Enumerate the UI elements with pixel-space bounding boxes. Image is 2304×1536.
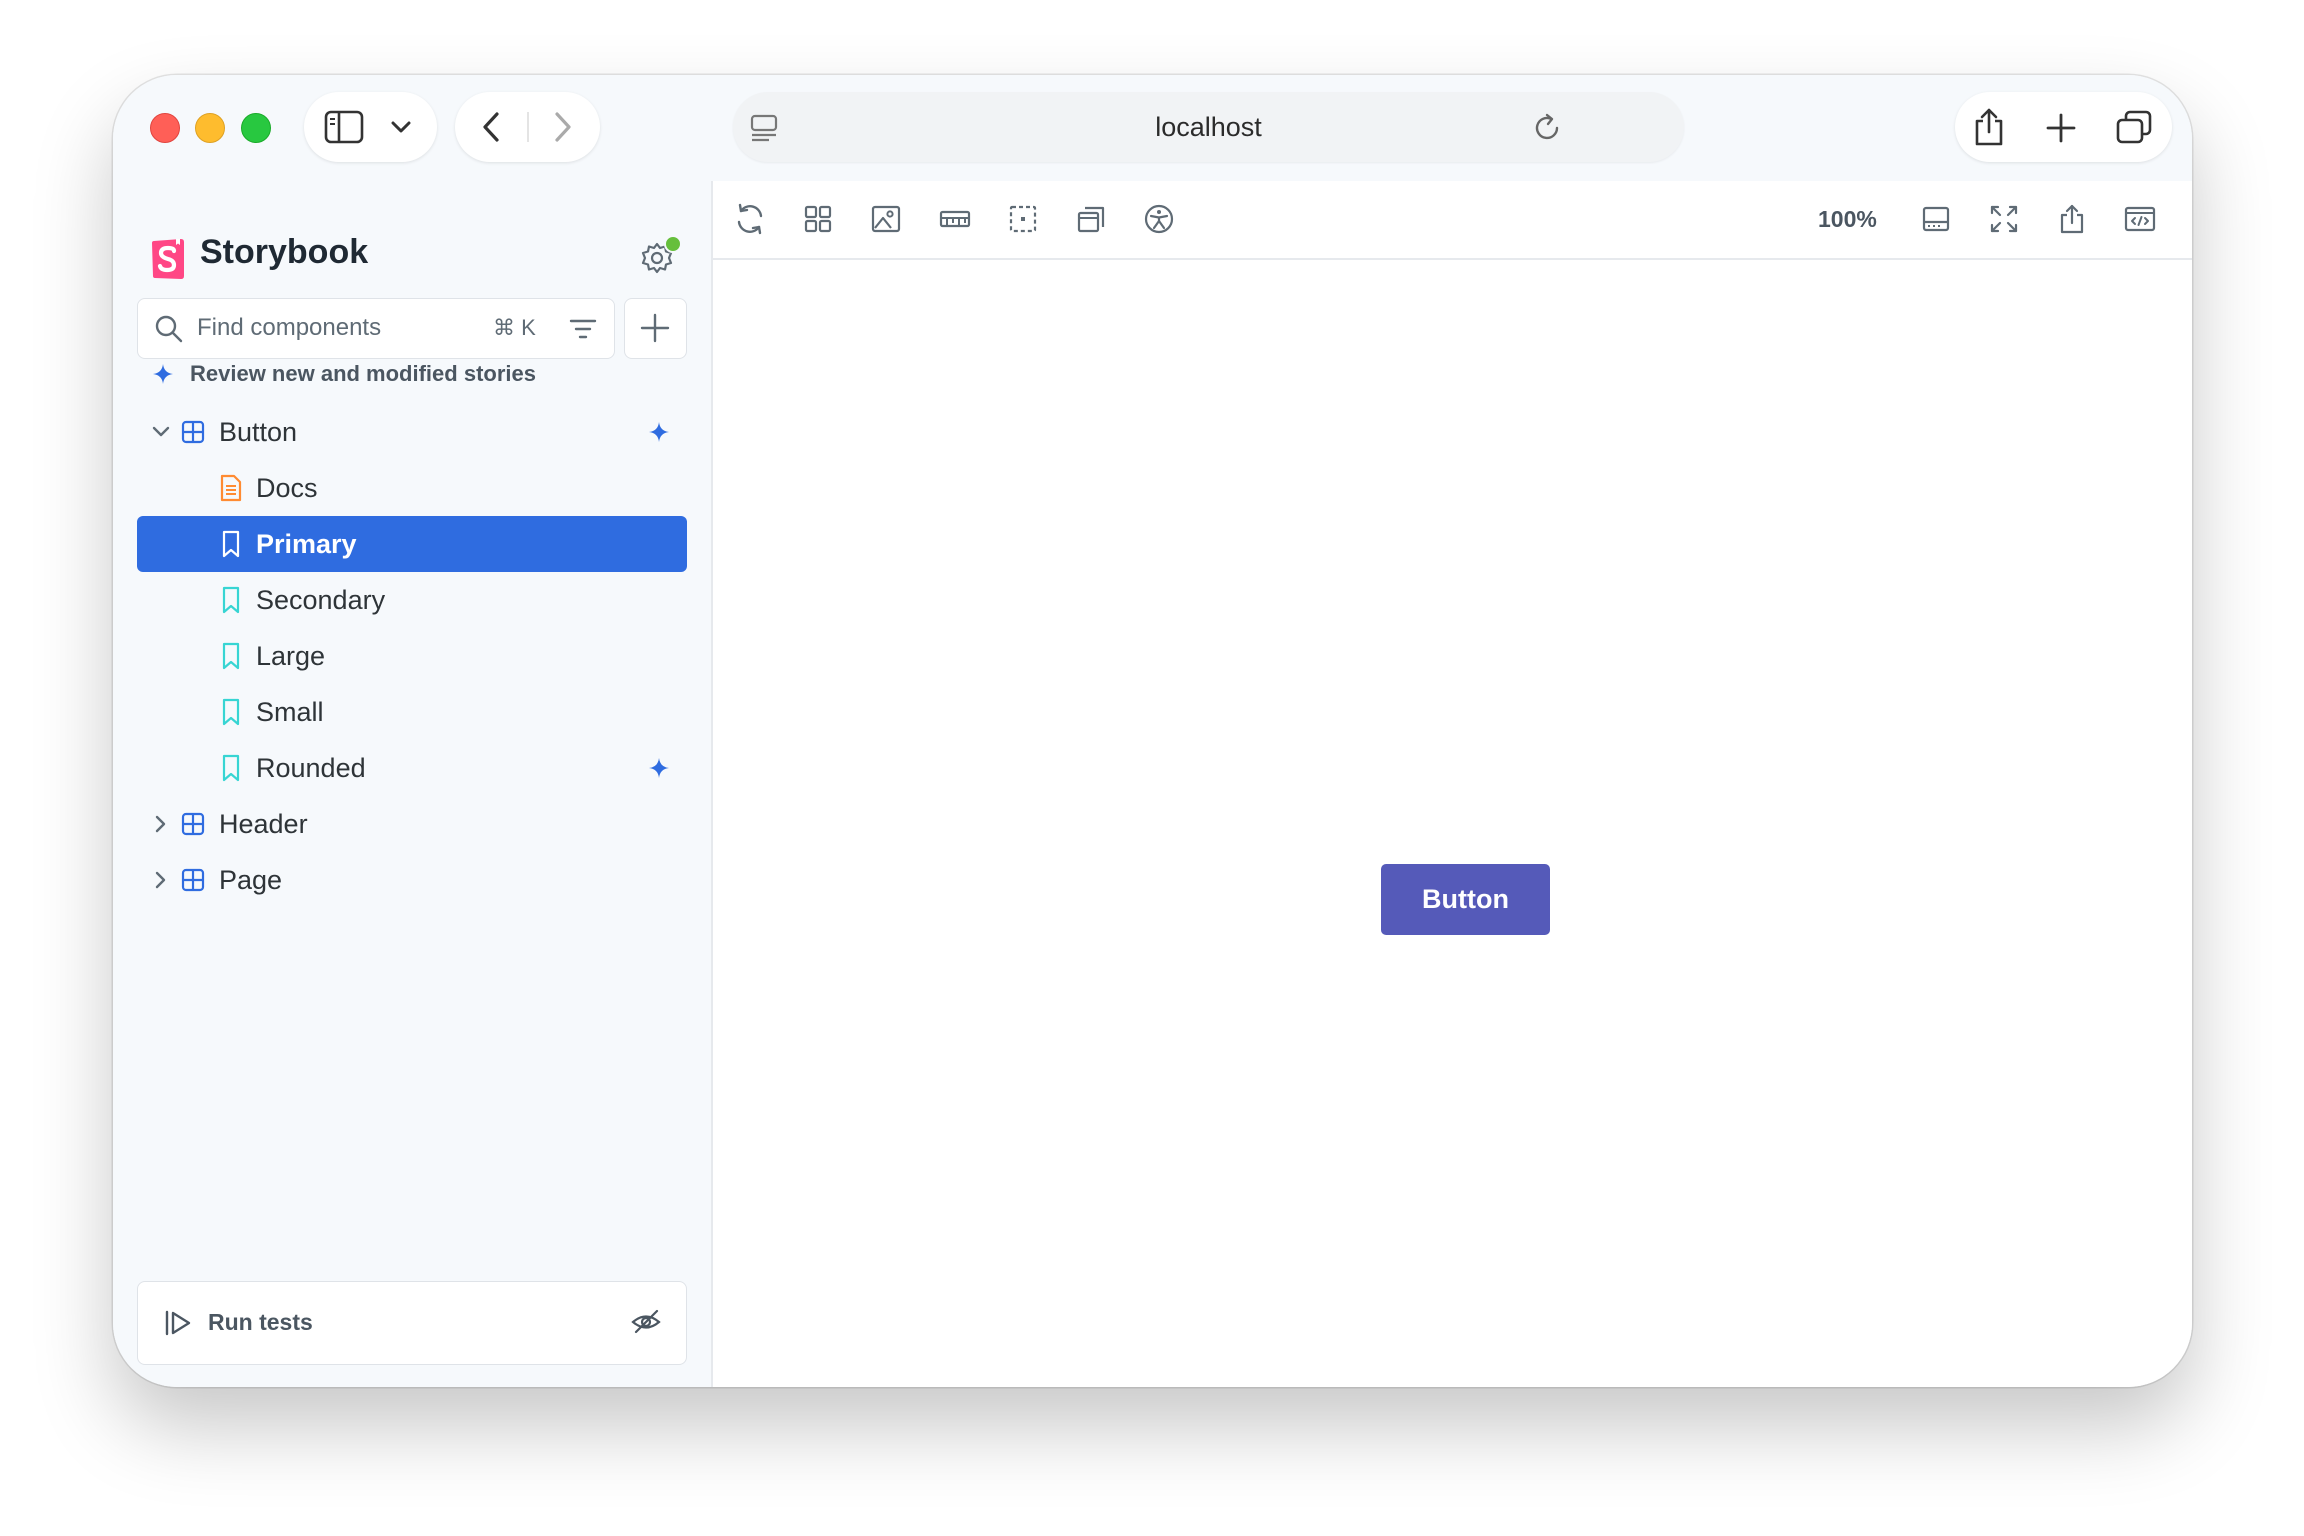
- component-icon: [181, 812, 205, 836]
- tree-item-header[interactable]: Header: [137, 796, 687, 852]
- chevron-right-icon[interactable]: [153, 814, 169, 834]
- testing-panel: Run tests: [137, 1281, 687, 1365]
- outline-icon[interactable]: [1003, 199, 1043, 239]
- ruler-icon[interactable]: [935, 199, 975, 239]
- browser-window: localhost Storybook Find components ⌘ K …: [113, 75, 2192, 1387]
- storybook-logo-icon: [152, 239, 184, 279]
- preview-canvas: Button: [713, 260, 2192, 1387]
- tree-item-label: Large: [256, 641, 326, 671]
- back-arrow-icon[interactable]: [477, 109, 507, 145]
- demo-primary-button[interactable]: Button: [1381, 864, 1550, 935]
- open-in-new-tab-icon[interactable]: [2120, 199, 2160, 239]
- nav-divider: [527, 112, 529, 142]
- search-field[interactable]: Find components ⌘ K: [137, 298, 615, 359]
- new-tab-icon[interactable]: [2045, 112, 2077, 144]
- tree-item-label: Header: [219, 809, 308, 839]
- browser-actions-group: [1955, 92, 2172, 162]
- zoom-window-button[interactable]: [241, 113, 271, 143]
- preview-toolbar: 100%: [713, 181, 2192, 260]
- filter-icon[interactable]: [568, 315, 598, 343]
- bookmark-icon: [222, 586, 240, 614]
- tree-item-label: Page: [219, 865, 283, 895]
- eye-off-icon[interactable]: [630, 1306, 662, 1338]
- address-bar[interactable]: localhost: [733, 92, 1684, 162]
- reload-icon[interactable]: [1531, 112, 1563, 144]
- tree-item-label: Docs: [256, 473, 318, 503]
- tree-item-primary[interactable]: Primary: [137, 516, 687, 572]
- tree-item-large[interactable]: Large: [137, 628, 687, 684]
- addons-panel-icon[interactable]: [1916, 199, 1956, 239]
- accessibility-icon[interactable]: [1139, 199, 1179, 239]
- tree-item-label: Rounded: [256, 753, 366, 783]
- tree-item-label: Secondary: [256, 585, 386, 615]
- plus-icon: [640, 313, 670, 343]
- history-nav-group: [455, 92, 600, 162]
- brand-name[interactable]: Storybook: [200, 233, 368, 272]
- changed-sparkle-icon: [649, 422, 669, 442]
- zoom-level[interactable]: 100%: [1818, 181, 1877, 258]
- tree-item-page[interactable]: Page: [137, 852, 687, 908]
- share-icon[interactable]: [2052, 199, 2092, 239]
- tree-item-small[interactable]: Small: [137, 684, 687, 740]
- tree-item-rounded[interactable]: Rounded: [137, 740, 687, 796]
- docs-icon: [220, 474, 242, 502]
- chevron-down-icon[interactable]: [151, 424, 171, 440]
- tree-item-docs[interactable]: Docs: [137, 460, 687, 516]
- status-dot: [664, 235, 682, 253]
- share-icon[interactable]: [1971, 106, 2007, 148]
- tree-item-secondary[interactable]: Secondary: [137, 572, 687, 628]
- chevron-right-icon[interactable]: [153, 870, 169, 890]
- background-image-icon[interactable]: [866, 199, 906, 239]
- play-icon[interactable]: [164, 1310, 192, 1336]
- storybook-sidebar: Storybook Find components ⌘ K Review new…: [113, 181, 711, 1387]
- browser-titlebar: localhost: [113, 75, 2192, 181]
- review-link-label: Review new and modified stories: [190, 361, 536, 386]
- remount-icon[interactable]: [730, 199, 770, 239]
- bookmark-icon: [222, 698, 240, 726]
- forward-arrow-icon[interactable]: [547, 109, 577, 145]
- tree-item-button[interactable]: Button: [137, 404, 687, 460]
- search-placeholder: Find components: [197, 314, 382, 341]
- fullscreen-icon[interactable]: [1984, 199, 2024, 239]
- tree-item-label: Small: [256, 697, 324, 727]
- sidebar-toggle-icon[interactable]: [324, 109, 364, 145]
- tree-item-label: Button: [219, 417, 298, 447]
- sidebar-toggle-group: [304, 92, 437, 162]
- grid-icon[interactable]: [798, 199, 838, 239]
- component-icon: [181, 420, 205, 444]
- viewport-icon[interactable]: [1071, 199, 1111, 239]
- minimize-window-button[interactable]: [195, 113, 225, 143]
- close-window-button[interactable]: [150, 113, 180, 143]
- component-icon: [181, 868, 205, 892]
- bookmark-icon: [222, 642, 240, 670]
- create-story-button[interactable]: [624, 298, 687, 359]
- sparkle-icon: [153, 364, 173, 384]
- bookmark-icon: [222, 530, 240, 558]
- bookmark-icon: [222, 754, 240, 782]
- changed-sparkle-icon: [649, 758, 669, 778]
- tree-item-label: Primary: [256, 529, 357, 559]
- run-tests-button[interactable]: Run tests: [208, 1282, 313, 1363]
- chevron-down-icon[interactable]: [390, 118, 412, 136]
- search-shortcut: ⌘ K: [493, 315, 536, 340]
- search-icon: [155, 315, 183, 343]
- tab-overview-icon[interactable]: [2115, 110, 2153, 146]
